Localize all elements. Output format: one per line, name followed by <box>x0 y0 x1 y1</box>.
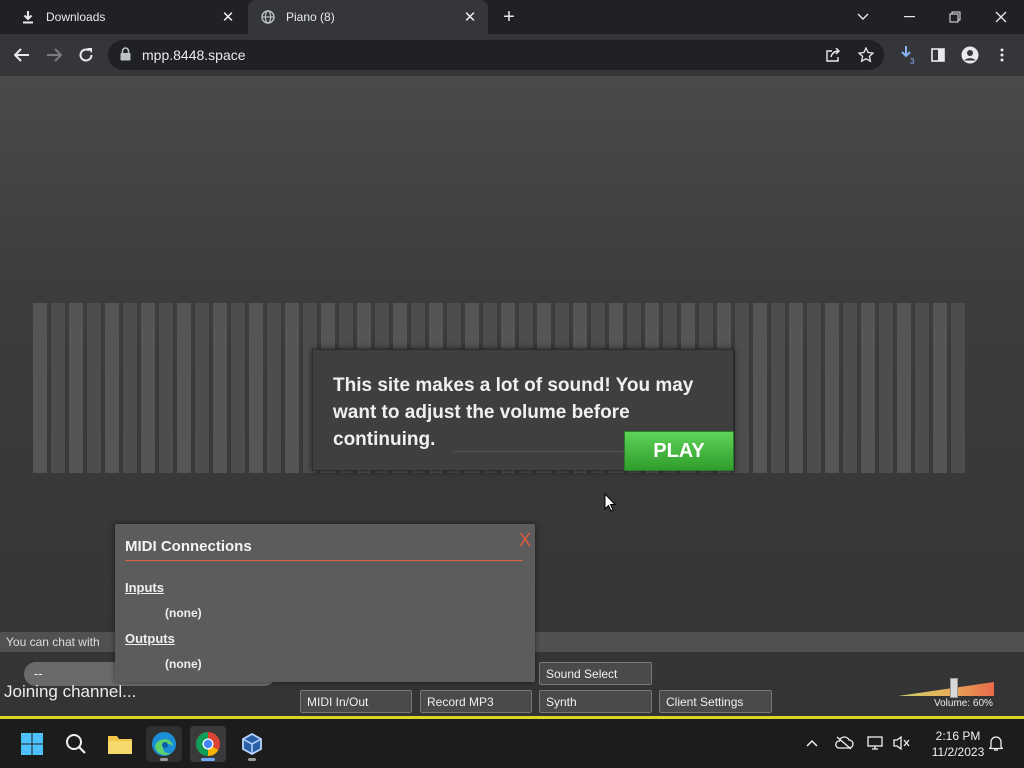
piano-key[interactable] <box>825 303 839 473</box>
piano-key[interactable] <box>897 303 911 473</box>
status-text: Joining channel... <box>4 682 137 701</box>
tab-downloads[interactable]: Downloads ✕ <box>8 0 246 34</box>
piano-key[interactable] <box>87 303 101 473</box>
notice-divider <box>453 451 623 452</box>
synth-button[interactable]: Synth <box>539 690 652 713</box>
piano-key[interactable] <box>123 303 137 473</box>
midi-connections-panel: MIDI Connections X Inputs (none) Outputs… <box>115 524 535 682</box>
tab-strip: Downloads ✕ Piano (8) ✕ + <box>0 0 1024 34</box>
midi-panel-close-button[interactable]: X <box>519 530 531 551</box>
url-text: mpp.8448.space <box>142 47 246 63</box>
midi-panel-divider <box>125 560 523 561</box>
play-button[interactable]: PLAY <box>624 431 734 471</box>
clock-date: 11/2/2023 <box>931 745 985 759</box>
globe-icon <box>260 9 276 25</box>
piano-key[interactable] <box>105 303 119 473</box>
piano-key[interactable] <box>843 303 857 473</box>
piano-key[interactable] <box>51 303 65 473</box>
profile-icon[interactable] <box>958 43 982 67</box>
mouse-cursor-icon <box>604 492 617 517</box>
piano-key[interactable] <box>141 303 155 473</box>
taskbar: 2:16 PM 11/2/2023 <box>0 719 1024 768</box>
piano-key[interactable] <box>177 303 191 473</box>
piano-key[interactable] <box>861 303 875 473</box>
piano-key[interactable] <box>213 303 227 473</box>
midi-inputs-value: (none) <box>165 606 202 620</box>
piano-key[interactable] <box>807 303 821 473</box>
piano-key[interactable] <box>933 303 947 473</box>
midi-outputs-value: (none) <box>165 657 202 671</box>
piano-key[interactable] <box>789 303 803 473</box>
chevron-up-icon[interactable] <box>802 733 822 753</box>
restore-button[interactable] <box>932 0 978 34</box>
address-bar[interactable]: mpp.8448.space <box>108 40 884 70</box>
file-explorer-icon[interactable] <box>102 726 138 762</box>
downloads-indicator-icon[interactable]: 3 <box>896 43 920 67</box>
piano-key[interactable] <box>771 303 785 473</box>
piano-key[interactable] <box>915 303 929 473</box>
chat-hint: You can chat with <box>6 635 100 649</box>
more-menu-icon[interactable] <box>990 43 1014 67</box>
piano-key[interactable] <box>159 303 173 473</box>
piano-key[interactable] <box>69 303 83 473</box>
bookmark-star-icon[interactable] <box>856 45 876 65</box>
piano-key[interactable] <box>195 303 209 473</box>
midi-outputs-label: Outputs <box>125 631 175 646</box>
new-tab-button[interactable]: + <box>498 6 520 28</box>
back-button[interactable] <box>10 43 34 67</box>
piano-key[interactable] <box>231 303 245 473</box>
minimize-button[interactable] <box>886 0 932 34</box>
browser-toolbar: mpp.8448.space 3 <box>0 34 1024 76</box>
share-icon[interactable] <box>824 45 844 65</box>
piano-key[interactable] <box>249 303 263 473</box>
close-window-button[interactable] <box>978 0 1024 34</box>
tab-piano[interactable]: Piano (8) ✕ <box>248 0 488 34</box>
tab-label: Downloads <box>46 10 106 24</box>
forward-button[interactable] <box>42 43 66 67</box>
tab-search-chevron-icon[interactable] <box>840 0 886 34</box>
record-mp3-button[interactable]: Record MP3 <box>420 690 532 713</box>
svg-text:3: 3 <box>910 57 915 65</box>
midi-inputs-label: Inputs <box>125 580 164 595</box>
piano-key[interactable] <box>951 303 965 473</box>
network-icon[interactable] <box>866 733 886 753</box>
side-panel-icon[interactable] <box>926 43 950 67</box>
piano-key[interactable] <box>267 303 281 473</box>
page-viewport: This site makes a lot of sound! You may … <box>0 76 1024 718</box>
midi-in-out-button[interactable]: MIDI In/Out <box>300 690 412 713</box>
app-running-indicator <box>248 758 256 761</box>
midi-panel-title: MIDI Connections <box>125 538 252 555</box>
sound-select-button[interactable]: Sound Select <box>539 662 652 685</box>
app-running-indicator <box>160 758 168 761</box>
piano-key[interactable] <box>735 303 749 473</box>
chrome-browser-icon[interactable] <box>190 726 226 762</box>
reload-button[interactable] <box>74 43 98 67</box>
volume-slider-track[interactable] <box>898 682 994 696</box>
volume-slider-knob[interactable] <box>950 678 958 698</box>
sound-notice-dialog: This site makes a lot of sound! You may … <box>312 349 734 471</box>
tab-label: Piano (8) <box>286 10 335 24</box>
cloud-offline-icon[interactable] <box>834 733 854 753</box>
system-clock[interactable]: 2:16 PM 11/2/2023 <box>920 728 996 760</box>
app-active-indicator <box>201 758 215 761</box>
volume-label: Volume: 60% <box>934 698 993 709</box>
close-icon[interactable]: ✕ <box>218 7 238 27</box>
virtualbox-icon[interactable] <box>234 726 270 762</box>
lock-icon <box>120 47 131 66</box>
piano-key[interactable] <box>33 303 47 473</box>
volume-control[interactable]: Volume: 60% <box>896 678 996 712</box>
close-icon[interactable]: ✕ <box>460 7 480 27</box>
clock-time: 2:16 PM <box>935 729 981 743</box>
notification-bell-icon[interactable] <box>986 733 1006 753</box>
search-icon[interactable] <box>58 726 94 762</box>
client-settings-button[interactable]: Client Settings <box>659 690 772 713</box>
piano-key[interactable] <box>753 303 767 473</box>
piano-key[interactable] <box>879 303 893 473</box>
windows-start-icon[interactable] <box>14 726 50 762</box>
piano-key[interactable] <box>285 303 299 473</box>
speaker-muted-icon[interactable] <box>892 733 912 753</box>
download-icon <box>20 9 36 25</box>
edge-browser-icon[interactable] <box>146 726 182 762</box>
